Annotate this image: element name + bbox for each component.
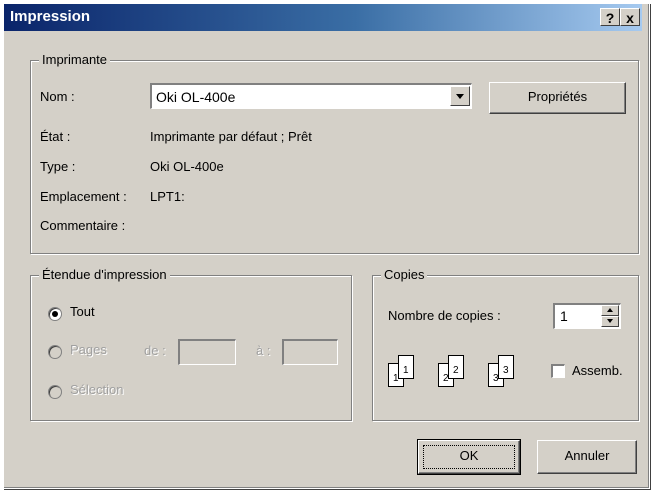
to-page-input[interactable] [282, 339, 338, 365]
spin-down-icon[interactable] [601, 316, 619, 327]
from-page-input[interactable] [178, 339, 236, 365]
status-label: État : [40, 129, 71, 144]
window-title: Impression [10, 8, 91, 25]
ok-button[interactable]: OK [417, 439, 521, 475]
radio-pages-label: Pages [70, 342, 107, 357]
properties-button[interactable]: Propriétés [489, 82, 626, 114]
radio-pages[interactable] [48, 345, 62, 359]
location-label: Emplacement : [40, 189, 127, 204]
cancel-button[interactable]: Annuler [537, 440, 637, 474]
copies-group-title: Copies [381, 267, 428, 282]
comment-label: Commentaire : [40, 218, 126, 233]
location-value: LPT1: [150, 189, 185, 204]
collate-page: 2 [448, 355, 464, 379]
radio-selection-label: Sélection [70, 382, 124, 397]
status-value: Imprimante par défaut ; Prêt [150, 129, 312, 144]
spin-up-icon[interactable] [601, 305, 619, 316]
type-value: Oki OL-400e [150, 159, 224, 174]
printer-group-title: Imprimante [39, 52, 111, 67]
collate-page: 3 [498, 355, 514, 379]
copies-count-input[interactable]: 1 [553, 303, 621, 329]
copies-count-label: Nombre de copies : [388, 308, 501, 323]
radio-all-label: Tout [70, 304, 95, 319]
close-icon[interactable]: x [620, 8, 640, 26]
collate-label: Assemb. [572, 363, 623, 378]
printer-name-select[interactable]: Oki OL-400e [150, 83, 472, 109]
title-bar[interactable]: Impression ? x [4, 4, 642, 31]
dropdown-arrow-icon[interactable] [450, 86, 470, 106]
radio-all[interactable] [48, 307, 62, 321]
from-label: de : [144, 343, 166, 358]
help-icon[interactable]: ? [600, 8, 620, 26]
collate-page: 1 [398, 355, 414, 379]
radio-selection[interactable] [48, 385, 62, 399]
type-label: Type : [40, 159, 76, 174]
printer-name-label: Nom : [40, 89, 75, 104]
collate-checkbox[interactable] [551, 364, 565, 378]
to-label: à : [256, 343, 271, 358]
print-range-group-title: Étendue d'impression [39, 267, 170, 282]
copies-group: Copies [372, 267, 639, 421]
copies-count-value: 1 [560, 308, 568, 324]
printer-name-value: Oki OL-400e [156, 89, 236, 105]
